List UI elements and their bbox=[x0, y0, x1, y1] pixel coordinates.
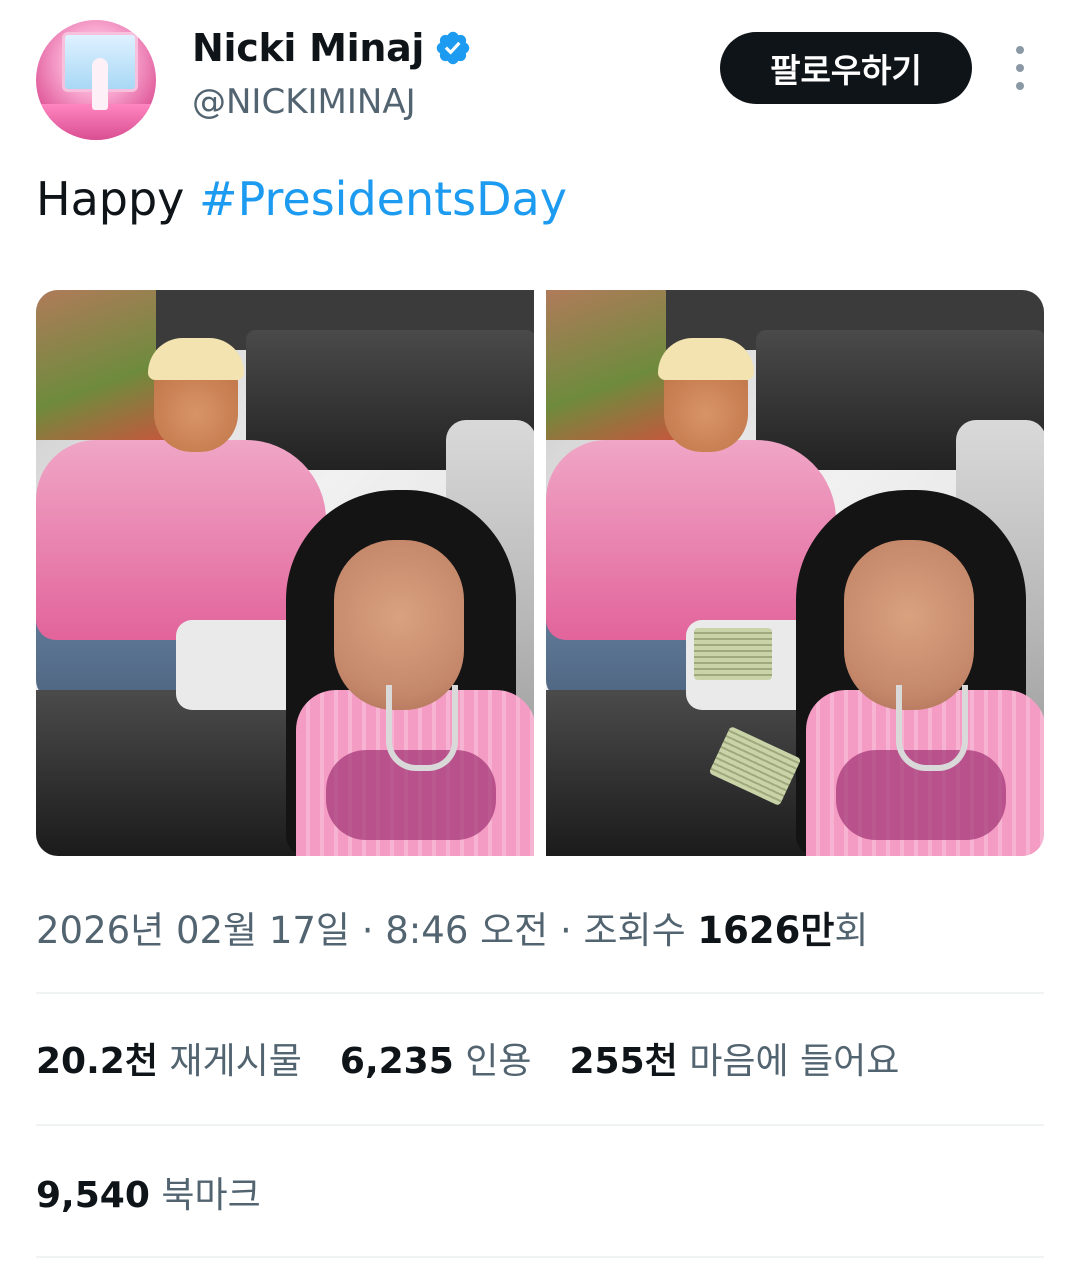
author-display-name[interactable]: Nicki Minaj bbox=[192, 26, 424, 70]
likes-label: 마음에 들어요 bbox=[689, 1041, 900, 1082]
views-count: 1626만 bbox=[697, 909, 835, 952]
views-suffix: 회 bbox=[834, 909, 869, 952]
follow-button[interactable]: 팔로우하기 bbox=[720, 32, 972, 104]
divider bbox=[36, 992, 1044, 994]
engagement-stats: 20.2천 재게시물 6,235 인용 255천 마음에 들어요 bbox=[36, 1032, 937, 1084]
likes-count: 255천 bbox=[569, 1041, 678, 1082]
tweet-time[interactable]: 8:46 오전 bbox=[385, 909, 548, 952]
photo-man-hair bbox=[658, 338, 754, 380]
photo-chain bbox=[896, 685, 968, 771]
photo-man-hair bbox=[148, 338, 244, 380]
photo-car-window bbox=[36, 290, 166, 440]
photo-cash-stack bbox=[694, 628, 772, 680]
photo-chain bbox=[386, 685, 458, 771]
bookmarks-count: 9,540 bbox=[36, 1175, 150, 1216]
reposts-label: 재게시물 bbox=[169, 1041, 302, 1082]
meta-separator: · bbox=[349, 909, 386, 952]
more-dot bbox=[1016, 64, 1024, 72]
tweet-date[interactable]: 2026년 02월 17일 bbox=[36, 909, 350, 952]
reposts-count: 20.2천 bbox=[36, 1041, 158, 1082]
verified-badge-icon bbox=[436, 31, 470, 65]
meta-separator: · bbox=[548, 909, 584, 952]
reposts-stat[interactable]: 20.2천 재게시물 bbox=[36, 1041, 302, 1082]
author-name-row: Nicki Minaj bbox=[192, 26, 472, 70]
photo-car-window bbox=[546, 290, 676, 440]
tweet-text-prefix: Happy bbox=[36, 172, 200, 226]
hashtag-link[interactable]: #PresidentsDay bbox=[199, 172, 567, 226]
tweet-meta: 2026년 02월 17일 · 8:46 오전 · 조회수 1626만회 bbox=[36, 900, 868, 954]
likes-stat[interactable]: 255천 마음에 들어요 bbox=[569, 1041, 899, 1082]
photo-car-console bbox=[36, 690, 296, 856]
tweet-photo-2[interactable] bbox=[546, 290, 1044, 856]
photo-man-jacket bbox=[546, 440, 836, 640]
views-label: 조회수 bbox=[583, 909, 698, 952]
more-dot bbox=[1016, 46, 1024, 54]
divider bbox=[36, 1124, 1044, 1126]
more-vertical-icon[interactable] bbox=[1006, 46, 1034, 90]
quotes-stat[interactable]: 6,235 인용 bbox=[340, 1041, 532, 1082]
tweet-photo-1[interactable] bbox=[36, 290, 534, 856]
quotes-count: 6,235 bbox=[339, 1041, 454, 1082]
avatar-figure bbox=[92, 58, 108, 110]
more-dot bbox=[1016, 82, 1024, 90]
quotes-label: 인용 bbox=[465, 1041, 532, 1082]
divider bbox=[36, 1256, 1044, 1258]
author-handle[interactable]: @NICKIMINAJ bbox=[192, 82, 416, 122]
bookmarks-label: 북마크 bbox=[161, 1175, 261, 1216]
tweet-text: Happy #PresidentsDay bbox=[36, 172, 567, 226]
bookmarks-stat[interactable]: 9,540 북마크 bbox=[36, 1166, 261, 1218]
author-avatar[interactable] bbox=[36, 20, 156, 140]
photo-man-jacket bbox=[36, 440, 326, 640]
